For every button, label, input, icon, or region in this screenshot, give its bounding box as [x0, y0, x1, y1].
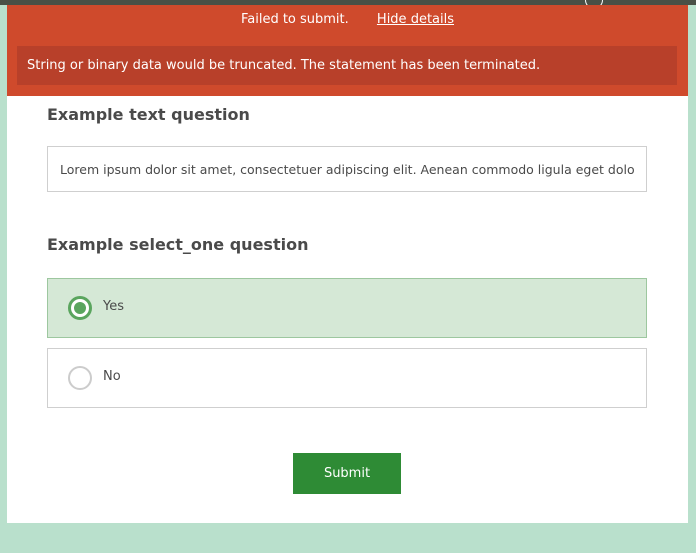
form-panel: Example text question Example select_one… — [7, 96, 688, 523]
text-question-label: Example text question — [47, 105, 250, 124]
option-yes[interactable]: Yes — [47, 278, 647, 338]
option-no[interactable]: No — [47, 348, 647, 408]
error-details-text: String or binary data would be truncated… — [17, 46, 677, 85]
select-one-question-label: Example select_one question — [47, 235, 309, 254]
radio-selected-icon[interactable] — [68, 296, 92, 320]
submit-button[interactable]: Submit — [293, 453, 401, 494]
option-yes-label: Yes — [103, 299, 124, 314]
error-summary: Failed to submit. Hide details — [7, 12, 688, 27]
option-no-label: No — [103, 369, 121, 384]
error-banner: Failed to submit. Hide details String or… — [7, 5, 688, 96]
hide-details-link[interactable]: Hide details — [377, 12, 454, 27]
text-question-input[interactable] — [47, 146, 647, 192]
error-message: Failed to submit. — [240, 12, 349, 27]
radio-unselected-icon[interactable] — [68, 366, 92, 390]
